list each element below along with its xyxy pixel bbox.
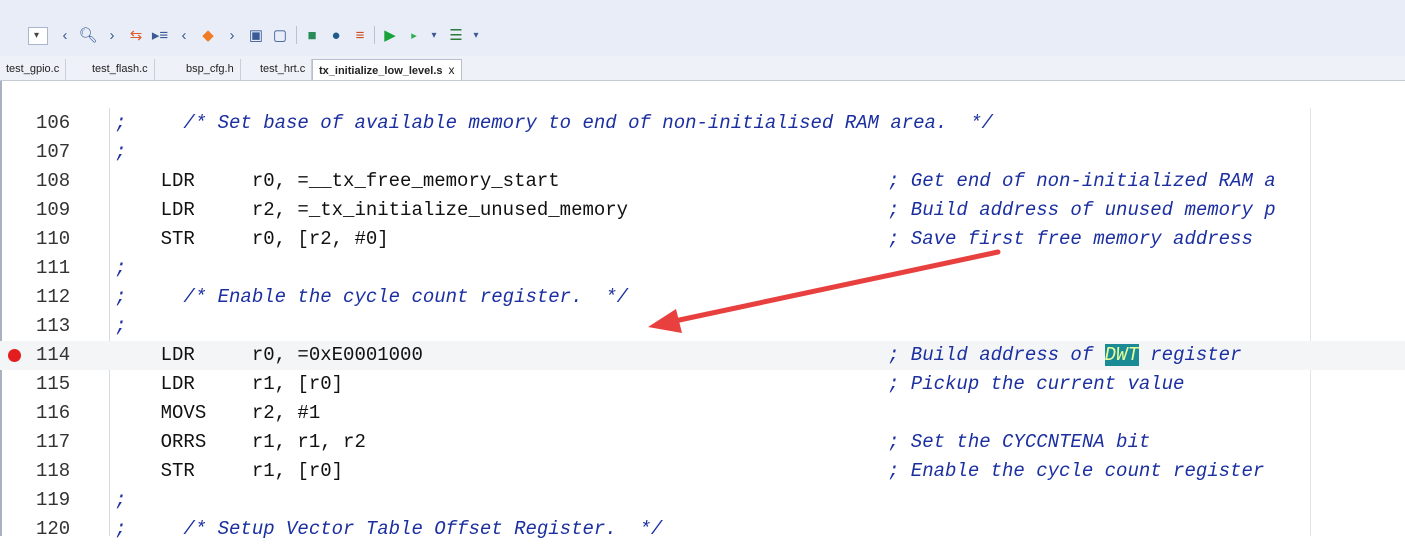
line-number: 107 (36, 141, 71, 163)
tab-label: test_hrt.c (260, 63, 306, 75)
code-line: 116 MOVS r2, #1 (0, 399, 1405, 428)
line-number: 106 (36, 112, 71, 134)
toolbar-separator (296, 26, 297, 44)
toolbar-combo[interactable]: ▾ (28, 27, 48, 45)
editor-tab-bar: test_gpio.c test_flash.c bsp_cfg.h test_… (0, 56, 1405, 81)
network-icon[interactable]: ☰ (446, 24, 466, 46)
line-code: ; /* Set base of available memory to end… (115, 112, 993, 134)
line-code: ORRS r1, r1, r2 (115, 431, 366, 453)
line-code: ; /* Enable the cycle count register. */ (115, 286, 629, 308)
line-number: 117 (36, 431, 71, 453)
code-line: 113; (0, 312, 1405, 341)
close-icon[interactable]: x (449, 63, 455, 77)
line-number: 118 (36, 460, 71, 482)
comment-text: ; Build address of (888, 344, 1105, 366)
line-code: MOVS r2, #1 (115, 402, 321, 424)
step-icon[interactable]: ▸ (404, 24, 424, 46)
line-code: ; (115, 315, 127, 337)
line-number: 110 (36, 228, 71, 250)
code-line: 119; (0, 486, 1405, 515)
list-icon[interactable]: ≡ (350, 24, 370, 46)
line-code: LDR r2, =_tx_initialize_unused_memory (115, 199, 629, 221)
chevron-left-icon[interactable]: ‹ (55, 24, 75, 46)
tab-label: test_flash.c (92, 63, 148, 75)
code-line: 115 LDR r1, [r0] ; Pickup the current val… (0, 370, 1405, 399)
code-line: 110 STR r0, [r2, #0] ; Save first free me… (0, 225, 1405, 254)
line-code: STR r1, [r0] (115, 460, 344, 482)
code-line: 108 LDR r0, =__tx_free_memory_start ; Get… (0, 167, 1405, 196)
line-number: 116 (36, 402, 71, 424)
comment-text: register (1138, 344, 1242, 366)
indent-list-icon[interactable]: ▸≡ (150, 24, 170, 46)
line-comment: ; Build address of unused memory p (888, 199, 1276, 221)
line-number: 108 (36, 170, 71, 192)
bookmark-shield-icon[interactable]: ◆ (198, 24, 218, 46)
line-comment: ; Set the CYCCNTENA bit (888, 431, 1151, 453)
line-comment: ; Pickup the current value (888, 373, 1185, 395)
swap-icon[interactable]: ⇆ (126, 24, 146, 46)
toolbar-separator (374, 26, 375, 44)
line-number: 115 (36, 373, 71, 395)
code-line: 118 STR r1, [r0] ; Enable the cycle count… (0, 457, 1405, 486)
code-line: 107; (0, 138, 1405, 167)
line-code: ; /* Setup Vector Table Offset Register.… (115, 518, 663, 540)
chevron-right-icon[interactable]: › (102, 24, 122, 46)
line-code: LDR r0, =__tx_free_memory_start (115, 170, 560, 192)
tab-label: test_gpio.c (6, 63, 60, 75)
breakpoint-icon[interactable] (8, 349, 21, 362)
line-comment: ; Save first free memory address (888, 228, 1253, 250)
line-code: ; (115, 489, 127, 511)
code-line: 120 ; /* Setup Vector Table Offset Regist… (0, 515, 1405, 544)
download-icon[interactable]: ■ (302, 24, 322, 46)
tab-test-hrt[interactable]: test_hrt.c (254, 59, 313, 80)
tab-test-flash[interactable]: test_flash.c (86, 59, 155, 80)
tab-test-gpio[interactable]: test_gpio.c (0, 59, 67, 80)
tab-label: bsp_cfg.h (186, 63, 234, 75)
search-highlight: DWT (1104, 344, 1139, 366)
chevron-down-icon: ▾ (34, 30, 40, 41)
line-comment: ; Get end of non-initialized RAM a (888, 170, 1276, 192)
tab-tx-initialize-low-level[interactable]: tx_initialize_low_level.s x (312, 59, 462, 80)
chevron-right-icon[interactable]: › (222, 24, 242, 46)
overflow-icon[interactable]: ▾ (424, 24, 444, 46)
code-editor[interactable]: 106 ; /* Set base of available memory to … (0, 81, 1405, 540)
line-code: ; (115, 141, 127, 163)
code-line: 117 ORRS r1, r1, r2 ; Set the CYCCNTENA b… (0, 428, 1405, 457)
overflow-icon[interactable]: ▾ (466, 24, 486, 46)
line-code: ; (115, 257, 127, 279)
line-comment: ; Enable the cycle count register (888, 460, 1265, 482)
tab-label: tx_initialize_low_level.s (319, 65, 443, 77)
line-number: 109 (36, 199, 71, 221)
line-number: 112 (36, 286, 71, 308)
chevron-left-icon[interactable]: ‹ (174, 24, 194, 46)
line-number: 120 (36, 518, 71, 540)
line-number: 114 (36, 344, 71, 366)
line-number: 119 (36, 489, 71, 511)
file-next-icon[interactable]: ▢ (270, 24, 290, 46)
line-code: STR r0, [r2, #0] (115, 228, 389, 250)
line-number: 113 (36, 315, 71, 337)
code-line: 111; (0, 254, 1405, 283)
code-line: 109 LDR r2, =_tx_initialize_unused_memor… (0, 196, 1405, 225)
code-line: 106 ; /* Set base of available memory to … (0, 109, 1405, 138)
run-icon[interactable]: ▶ (380, 24, 400, 46)
download-dark-icon[interactable]: ● (326, 24, 346, 46)
toolbar: ▾ ‹ 🔍︎ › ⇆ ▸≡ ‹ ◆ › ▣ ▢ ■ ● ≡ ▶ ▸ ▾ ☰ ▾ (0, 0, 1405, 56)
file-prev-icon[interactable]: ▣ (246, 24, 266, 46)
line-code: LDR r0, =0xE0001000 (115, 344, 423, 366)
code-line-current: 114 LDR r0, =0xE0001000 ; Build address o… (0, 341, 1405, 370)
tab-bsp-cfg[interactable]: bsp_cfg.h (180, 59, 241, 80)
line-code: LDR r1, [r0] (115, 373, 344, 395)
code-line: 112 ; /* Enable the cycle count register.… (0, 283, 1405, 312)
search-icon[interactable]: 🔍︎ (78, 24, 98, 46)
line-number: 111 (36, 257, 71, 279)
line-comment: ; Build address of DWT register (888, 341, 1241, 370)
